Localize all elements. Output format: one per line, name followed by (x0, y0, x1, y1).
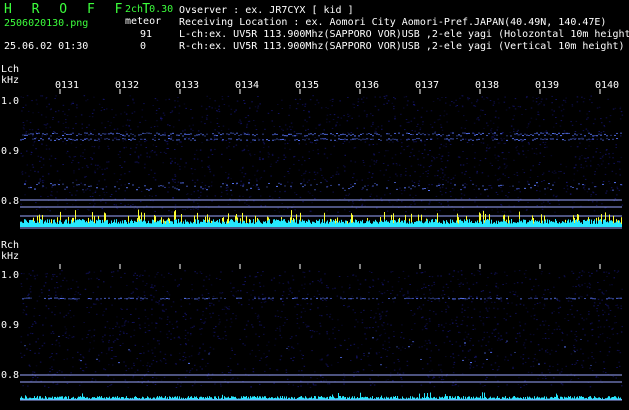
signal-band (22, 132, 622, 137)
lch-spectrogram (20, 89, 624, 229)
time-tick-marks (59, 264, 601, 269)
rch-power-strip (20, 392, 622, 401)
time-tick-marks (59, 89, 601, 94)
signal-band (24, 182, 622, 191)
rch-spectrogram (20, 264, 623, 401)
noise-field (20, 95, 624, 213)
lch-power-strip (20, 209, 622, 229)
noise-field (20, 270, 623, 388)
spectrogram-canvas (20, 89, 624, 401)
reference-lines (20, 199, 622, 208)
